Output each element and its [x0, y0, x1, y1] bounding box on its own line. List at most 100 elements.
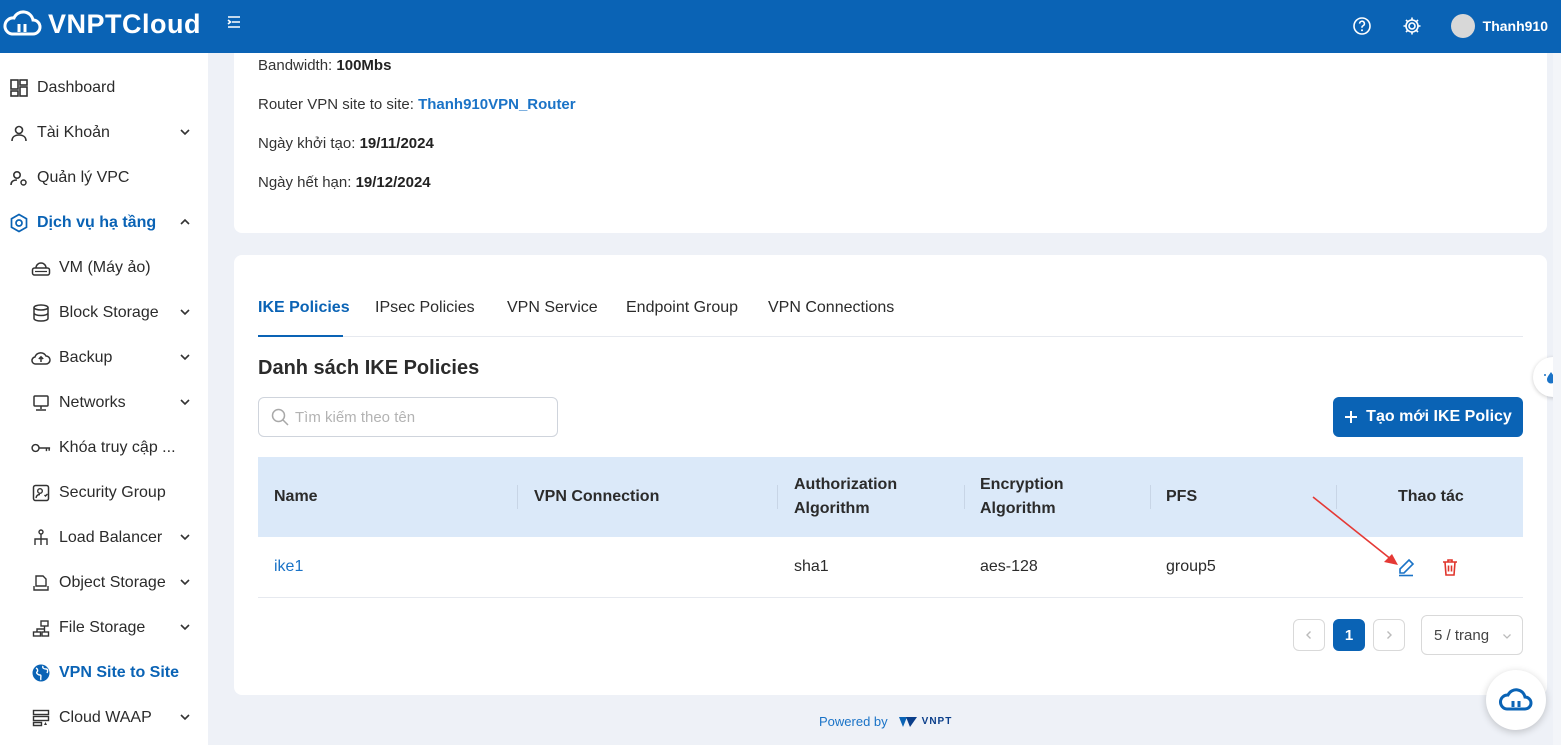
expire-label: Ngày hết hạn:	[258, 174, 356, 191]
router-label: Router VPN site to site:	[258, 96, 419, 113]
bandwidth-label: Bandwidth:	[258, 57, 337, 74]
key-icon	[31, 438, 51, 458]
page-scrollbar[interactable]	[1553, 53, 1561, 745]
sidebar-item-networks[interactable]: Networks	[0, 383, 208, 423]
delete-icon[interactable]	[1440, 557, 1460, 577]
sidebar-item-vpn-site-to-site[interactable]: VPN Site to Site	[0, 653, 208, 693]
sidebar-item-label: VPN Site to Site	[59, 664, 180, 681]
avatar[interactable]	[1450, 14, 1475, 38]
chevron-right-icon	[1387, 631, 1392, 639]
search-box[interactable]	[258, 397, 558, 437]
chevron-down-icon	[180, 624, 190, 631]
prev-page-button[interactable]	[1293, 619, 1325, 651]
expire-row: Ngày hết hạn: 19/12/2024	[258, 174, 431, 191]
tab-endpoint-group[interactable]: Endpoint Group	[626, 299, 738, 317]
settings-icon[interactable]	[1401, 15, 1423, 37]
created-value: 19/11/2024	[359, 135, 434, 152]
globe-icon	[31, 663, 51, 683]
sidebar-item-vpc[interactable]: Quản lý VPC	[0, 158, 208, 198]
cloud-upload-icon	[31, 348, 51, 368]
dashboard-icon	[9, 78, 29, 98]
sidebar-item-security-group[interactable]: Security Group	[0, 473, 208, 513]
tab-vpn-service[interactable]: VPN Service	[507, 299, 598, 317]
sidebar-item-label: Dashboard	[37, 79, 116, 96]
router-row: Router VPN site to site: Thanh910VPN_Rou…	[258, 96, 576, 113]
router-link[interactable]: Thanh910VPN_Router	[418, 96, 576, 113]
brand-logo[interactable]: VNPTCloud	[2, 8, 201, 40]
column-divider	[1150, 485, 1151, 509]
chevron-down-icon	[180, 309, 190, 316]
user-icon	[9, 123, 29, 143]
menu-toggle-icon[interactable]	[226, 14, 242, 30]
sidebar-item-backup[interactable]: Backup	[0, 338, 208, 378]
bandwidth-row: Bandwidth: 100Mbs	[258, 57, 391, 74]
cell-pfs: group5	[1166, 558, 1216, 575]
next-page-button[interactable]	[1373, 619, 1405, 651]
brand-name: VNPTCloud	[48, 8, 201, 39]
policy-name-link[interactable]: ike1	[274, 537, 303, 597]
cell-auth: sha1	[794, 558, 829, 575]
chevron-up-icon	[180, 218, 190, 225]
cloud-chat-icon	[1499, 688, 1533, 711]
database-icon	[31, 303, 51, 323]
file-storage-icon	[31, 618, 51, 638]
sidebar-item-label: Security Group	[59, 484, 166, 501]
tab-ike-policies[interactable]: IKE Policies	[258, 299, 350, 317]
col-encryption-algorithm: Encryption Algorithm	[980, 476, 1064, 517]
sidebar-item-label: Block Storage	[59, 304, 159, 321]
create-ike-policy-button[interactable]: Tạo mới IKE Policy	[1333, 397, 1523, 437]
plus-icon	[1345, 411, 1358, 423]
sidebar-item-label: Khóa truy cập ...	[59, 439, 176, 456]
page-size-value: 5 / trang	[1434, 626, 1490, 644]
vnpt-logo: VNPT	[898, 715, 953, 729]
sidebar-item-vm[interactable]: VM (Máy ảo)	[0, 248, 208, 288]
sidebar-item-label: Cloud WAAP	[59, 709, 152, 726]
col-name: Name	[274, 488, 318, 505]
sidebar-item-label: Quản lý VPC	[37, 169, 130, 186]
tab-vpn-connections[interactable]: VPN Connections	[768, 299, 894, 317]
chevron-down-icon	[180, 534, 190, 541]
footer: Powered by VNPT	[819, 714, 952, 729]
col-pfs: PFS	[1166, 488, 1198, 505]
chevron-down-icon	[1503, 634, 1511, 639]
sidebar-item-infrastructure[interactable]: Dịch vụ hạ tầng	[0, 203, 208, 243]
powered-by-text: Powered by	[819, 714, 888, 729]
sidebar-item-block-storage[interactable]: Block Storage	[0, 293, 208, 333]
vnpt-mark-icon	[898, 716, 917, 727]
col-vpn-connection: VPN Connection	[534, 488, 660, 505]
monitor-icon	[31, 393, 51, 413]
page-size-select[interactable]: 5 / trang	[1421, 615, 1523, 655]
security-group-icon	[31, 483, 51, 503]
floating-chat-button[interactable]	[1486, 670, 1546, 730]
chevron-down-icon	[180, 354, 190, 361]
sidebar-item-file-storage[interactable]: File Storage	[0, 608, 208, 648]
search-icon	[271, 408, 289, 426]
sidebar-item-account[interactable]: Tài Khoản	[0, 113, 208, 153]
created-row: Ngày khởi tạo: 19/11/2024	[258, 135, 434, 152]
tab-ipsec-policies[interactable]: IPsec Policies	[375, 299, 475, 317]
created-label: Ngày khởi tạo:	[258, 135, 360, 152]
sidebar-item-load-balancer[interactable]: Load Balancer	[0, 518, 208, 558]
sidebar-item-cloud-waap[interactable]: Cloud WAAP	[0, 698, 208, 738]
column-divider	[964, 485, 965, 509]
help-icon[interactable]	[1351, 15, 1373, 37]
section-title: Danh sách IKE Policies	[258, 357, 480, 379]
top-bar: VNPTCloud Thanh910	[0, 0, 1561, 53]
object-storage-icon	[31, 573, 51, 593]
ike-policies-card: IKE Policies IPsec Policies VPN Service …	[234, 255, 1547, 695]
search-input[interactable]	[295, 408, 545, 426]
sidebar-item-access-key[interactable]: Khóa truy cập ...	[0, 428, 208, 468]
sidebar-item-label: File Storage	[59, 619, 146, 636]
sidebar-item-label: Backup	[59, 349, 113, 366]
tab-bar: IKE Policies IPsec Policies VPN Service …	[258, 295, 1523, 337]
sidebar: Dashboard Tài Khoản Quản lý VPC Dịch vụ …	[0, 53, 208, 745]
col-authorization-algorithm: Authorization Algorithm	[794, 476, 898, 517]
sidebar-item-dashboard[interactable]: Dashboard	[0, 68, 208, 108]
sidebar-item-object-storage[interactable]: Object Storage	[0, 563, 208, 603]
username[interactable]: Thanh910	[1483, 18, 1548, 34]
sidebar-item-label: Load Balancer	[59, 529, 163, 546]
user-settings-icon	[9, 168, 29, 188]
sidebar-item-label: Tài Khoản	[37, 124, 110, 141]
chevron-down-icon	[180, 399, 190, 406]
page-1-button[interactable]: 1	[1333, 619, 1365, 651]
